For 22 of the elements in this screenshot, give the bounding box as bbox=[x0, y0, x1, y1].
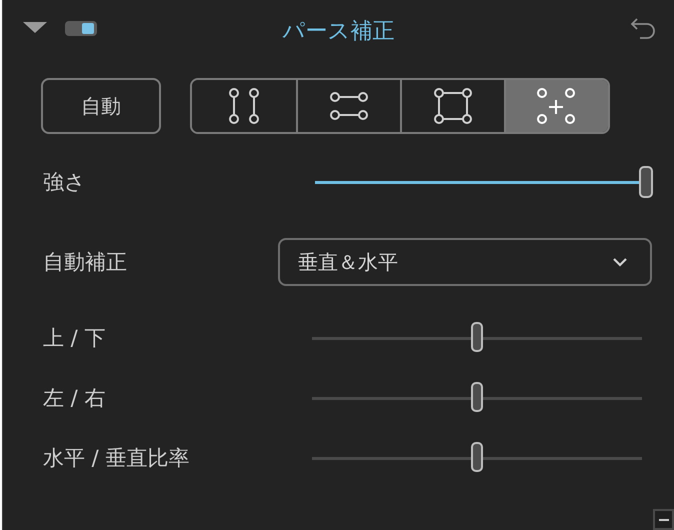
slider-label: 左 / 右 bbox=[43, 385, 106, 412]
rectangle-points-icon bbox=[434, 88, 472, 124]
slider-thumb[interactable] bbox=[471, 442, 483, 472]
toggle-switch[interactable] bbox=[65, 20, 97, 36]
chevron-down-icon bbox=[612, 257, 628, 267]
auto-button[interactable]: 自動 bbox=[41, 78, 161, 134]
slider-thumb[interactable] bbox=[471, 382, 483, 412]
dropdown[interactable]: 垂直＆水平 bbox=[278, 238, 652, 286]
slider-thumb[interactable] bbox=[471, 322, 483, 352]
slider-label: 上 / 下 bbox=[43, 325, 106, 352]
strength-label: 強さ bbox=[43, 169, 86, 196]
minimize-button[interactable] bbox=[653, 509, 674, 530]
horizontal-lines-icon bbox=[330, 92, 368, 120]
panel-title: パース補正 bbox=[282, 18, 396, 46]
slider-label: 水平 / 垂直比率 bbox=[43, 445, 190, 472]
undo-icon[interactable] bbox=[630, 17, 656, 39]
auto-correction-label: 自動補正 bbox=[43, 249, 127, 276]
mode-button[interactable] bbox=[504, 80, 608, 132]
collapse-triangle-icon[interactable] bbox=[23, 22, 47, 34]
slider-thumb[interactable] bbox=[639, 166, 653, 198]
vertical-lines-icon bbox=[227, 88, 261, 124]
points-plus-icon bbox=[537, 88, 577, 124]
